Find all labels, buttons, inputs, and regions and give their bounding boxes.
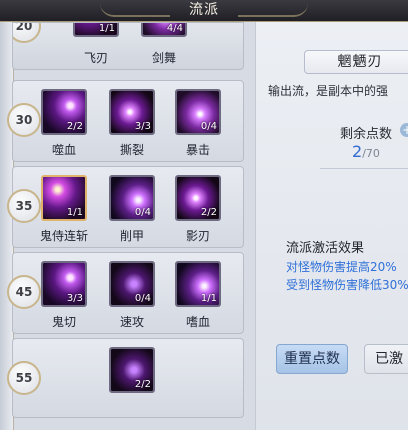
skill-points: 2/2: [200, 207, 217, 218]
skill-tile-guiqie[interactable]: 3/3: [41, 261, 87, 307]
skill-points: 3/3: [66, 293, 83, 304]
tier-row-30: 30 2/2 噬血 3/3 撕裂 0/4 暴击: [7, 80, 244, 162]
skill-tile-guishi-lianzhan[interactable]: 1/1: [41, 175, 87, 221]
skill-detail-description: 输出流，是副本中的强: [268, 84, 389, 98]
tier-row-55: 55 2/2: [7, 338, 244, 418]
tier-row-35: 35 1/1 鬼侍连斩 0/4 削甲 2/2 影刃: [7, 166, 244, 248]
skill-name: 削甲: [119, 229, 144, 243]
remaining-points-label: 剩余点数: [340, 127, 393, 142]
skill-points: 2/2: [66, 121, 83, 132]
skill-name: 嗜血: [185, 315, 210, 329]
skill-points: 4/4: [166, 23, 183, 34]
tier-row-20: 20 1/1 飞刃 4/4 剑舞: [12, 22, 244, 70]
skill-tile-jianwu[interactable]: 4/4: [141, 23, 187, 37]
skill-points: 0/4: [134, 207, 151, 218]
skill-tile-shixue-2[interactable]: 1/1: [175, 261, 221, 307]
remaining-points-max: /70: [362, 147, 380, 160]
skill-tile-feiren[interactable]: 1/1: [73, 23, 119, 37]
reset-points-button[interactable]: 重置点数: [276, 344, 348, 374]
skill-name: 噬血: [51, 143, 76, 157]
skill-points: 2/2: [134, 379, 151, 390]
tier-level-badge: 20: [13, 23, 41, 43]
activate-button[interactable]: 已激: [364, 344, 408, 374]
skill-points: 1/1: [200, 293, 217, 304]
tier-level-badge: 55: [7, 361, 41, 395]
skill-points: 0/4: [200, 121, 217, 132]
divider: [320, 168, 408, 169]
remaining-points-current: 2: [352, 142, 363, 161]
skill-points: 1/1: [66, 207, 83, 218]
skill-tile-shixue[interactable]: 2/2: [41, 89, 87, 135]
skill-tile-yingren[interactable]: 2/2: [175, 175, 221, 221]
school-effect-title: 流派激活效果: [286, 241, 365, 256]
skill-tile-sugong[interactable]: 0/4: [109, 261, 155, 307]
skill-tile-baoji[interactable]: 0/4: [175, 89, 221, 135]
skill-points: 1/1: [98, 23, 115, 34]
skill-name: 鬼侍连斩: [39, 229, 88, 243]
skill-points: 0/4: [134, 293, 151, 304]
tier-level-badge: 35: [7, 189, 41, 223]
skill-tile-xuejia[interactable]: 0/4: [109, 175, 155, 221]
skill-name: 撕裂: [119, 143, 144, 157]
skill-detail-name: 魍魉刃: [304, 50, 408, 74]
tier-row-45: 45 3/3 鬼切 0/4 速攻 1/1 嗜血: [7, 252, 244, 334]
plus-icon[interactable]: +: [400, 123, 408, 137]
skill-name: 鬼切: [51, 315, 76, 329]
header-bar: 流派: [0, 0, 408, 22]
tier-level-badge: 30: [7, 103, 41, 137]
remaining-points-value: 2/70: [352, 142, 380, 161]
skill-name: 暴击: [185, 143, 210, 157]
skill-points: 3/3: [134, 121, 151, 132]
tier-level-badge: 45: [7, 275, 41, 309]
skill-name: 剑舞: [151, 51, 176, 65]
school-effect-line-2: 受到怪物伤害降低30%: [286, 278, 408, 292]
skill-name: 速攻: [119, 315, 144, 329]
skill-tile-ultimate[interactable]: 2/2: [109, 347, 155, 393]
skill-name: 飞刃: [83, 51, 108, 65]
skill-name: 影刃: [185, 229, 210, 243]
page-title: 流派: [189, 2, 219, 18]
school-effect-line-1: 对怪物伤害提高20%: [286, 260, 397, 274]
skill-tile-silie[interactable]: 3/3: [109, 89, 155, 135]
